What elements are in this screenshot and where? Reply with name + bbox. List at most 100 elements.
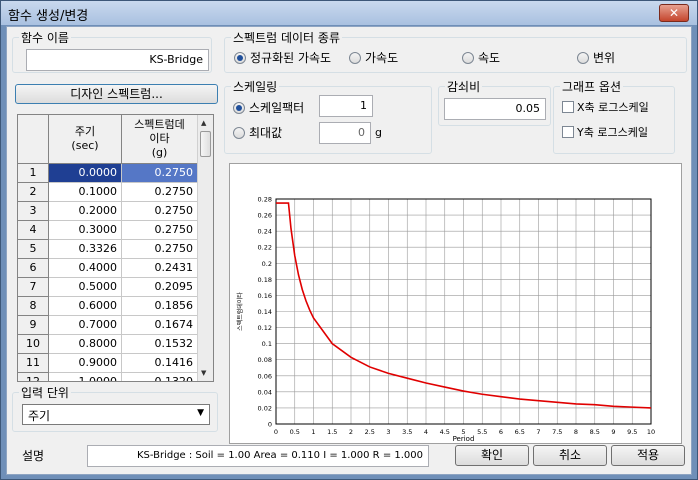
table-row[interactable]: 10 0.8000 0.1532 — [18, 335, 198, 354]
x-log-scale-checkbox[interactable]: X축 로그스케일 — [562, 99, 649, 115]
period-cell[interactable]: 0.5000 — [49, 278, 122, 297]
table-row[interactable]: 7 0.5000 0.2095 — [18, 278, 198, 297]
radio-scale-factor[interactable]: 스케일팩터 — [233, 99, 304, 116]
table-row[interactable]: 3 0.2000 0.2750 — [18, 202, 198, 221]
row-number[interactable]: 3 — [18, 202, 49, 221]
spectrum-value-cell[interactable]: 0.1532 — [122, 335, 198, 354]
scroll-down-arrow[interactable]: ▼ — [201, 369, 206, 377]
period-cell[interactable]: 0.3000 — [49, 221, 122, 240]
input-unit-value: 주기 — [28, 409, 51, 423]
period-cell[interactable]: 0.2000 — [49, 202, 122, 221]
row-number[interactable]: 11 — [18, 354, 49, 373]
y-axis-label: 스펙트럼데이타 — [236, 292, 244, 331]
row-number[interactable]: 6 — [18, 259, 49, 278]
table-row[interactable]: 5 0.3326 0.2750 — [18, 240, 198, 259]
spectrum-value-cell[interactable]: 0.1320 — [122, 373, 198, 381]
radio-dot-selected — [234, 51, 246, 64]
damping-input[interactable]: 0.05 — [444, 98, 546, 120]
x-tick-label: 1.5 — [327, 428, 337, 436]
max-value-input[interactable]: 0 — [319, 122, 371, 144]
design-spectrum-button[interactable]: 디자인 스펙트럼... — [15, 84, 218, 104]
scroll-thumb[interactable] — [200, 131, 211, 157]
table-vertical-scrollbar[interactable]: ▲ ▼ — [197, 115, 213, 381]
spectrum-data-table[interactable]: 주기 (sec) 스펙트럼데 이타 (g) 1 0.0000 0.2750 2 0.10… — [17, 114, 214, 382]
table-row[interactable]: 6 0.4000 0.2431 — [18, 259, 198, 278]
table-row[interactable]: 1 0.0000 0.2750 — [18, 164, 198, 183]
spectrum-value-cell[interactable]: 0.2750 — [122, 240, 198, 259]
max-value-label: 최대값 — [249, 126, 283, 140]
radio-velocity[interactable]: 속도 — [462, 49, 500, 66]
radio-max-value[interactable]: 최대값 — [233, 124, 282, 141]
y-tick-label: 0.26 — [258, 212, 272, 220]
radio-acceleration[interactable]: 가속도 — [349, 49, 398, 66]
period-cell[interactable]: 0.0000 — [49, 164, 122, 183]
spectrum-value-cell[interactable]: 0.2431 — [122, 259, 198, 278]
description-input[interactable]: KS-Bridge : Soil = 1.00 Area = 0.110 I =… — [87, 445, 429, 467]
scale-factor-input[interactable]: 1 — [319, 95, 373, 117]
ok-button[interactable]: 확인 — [455, 445, 529, 466]
table-row[interactable]: 2 0.1000 0.2750 — [18, 183, 198, 202]
y-tick-label: 0.02 — [258, 404, 272, 412]
scale-factor-label: 스케일팩터 — [249, 101, 305, 115]
x-tick-label: 9.5 — [627, 428, 637, 436]
row-number[interactable]: 9 — [18, 316, 49, 335]
spectrum-value-cell[interactable]: 0.1856 — [122, 297, 198, 316]
period-cell[interactable]: 0.8000 — [49, 335, 122, 354]
spectrum-header-line3: (g) — [151, 146, 168, 159]
title-bar: 함수 생성/변경 ✕ — [1, 1, 697, 25]
damping-label: 감쇠비 — [445, 78, 483, 95]
spectrum-value-cell[interactable]: 0.2095 — [122, 278, 198, 297]
input-unit-select[interactable]: 주기 ▼ — [22, 404, 210, 425]
row-number[interactable]: 10 — [18, 335, 49, 354]
window-title: 함수 생성/변경 — [8, 9, 89, 24]
period-cell[interactable]: 0.3326 — [49, 240, 122, 259]
close-button[interactable]: ✕ — [659, 4, 689, 22]
table-row[interactable]: 11 0.9000 0.1416 — [18, 354, 198, 373]
x-tick-label: 6.5 — [515, 428, 525, 436]
period-cell[interactable]: 0.7000 — [49, 316, 122, 335]
table-row[interactable]: 8 0.6000 0.1856 — [18, 297, 198, 316]
y-log-scale-checkbox[interactable]: Y축 로그스케일 — [562, 124, 648, 140]
graph-options-label: 그래프 옵션 — [560, 78, 624, 95]
spectrum-value-cell[interactable]: 0.1674 — [122, 316, 198, 335]
row-number[interactable]: 2 — [18, 183, 49, 202]
spectrum-column-header[interactable]: 스펙트럼데 이타 (g) — [122, 115, 198, 164]
spectrum-value-cell[interactable]: 0.2750 — [122, 164, 198, 183]
row-number[interactable]: 8 — [18, 297, 49, 316]
radio-displacement[interactable]: 변위 — [577, 49, 615, 66]
table-row[interactable]: 12 1.0000 0.1320 — [18, 373, 198, 381]
function-name-input[interactable]: KS-Bridge — [26, 49, 209, 71]
spectrum-value-cell[interactable]: 0.2750 — [122, 221, 198, 240]
row-number[interactable]: 5 — [18, 240, 49, 259]
row-number[interactable]: 7 — [18, 278, 49, 297]
input-unit-label: 입력 단위 — [19, 384, 71, 401]
table-row[interactable]: 9 0.7000 0.1674 — [18, 316, 198, 335]
spectrum-value-cell[interactable]: 0.1416 — [122, 354, 198, 373]
row-number[interactable]: 4 — [18, 221, 49, 240]
period-cell[interactable]: 1.0000 — [49, 373, 122, 381]
x-log-scale-label: X축 로그스케일 — [577, 101, 649, 114]
table-row[interactable]: 4 0.3000 0.2750 — [18, 221, 198, 240]
radio-displacement-label: 변위 — [593, 51, 616, 65]
cancel-button[interactable]: 취소 — [533, 445, 607, 466]
x-tick-label: 3.5 — [402, 428, 412, 436]
period-cell[interactable]: 0.6000 — [49, 297, 122, 316]
period-cell[interactable]: 0.9000 — [49, 354, 122, 373]
dialog-window: 함수 생성/변경 ✕ 함수 이름 KS-Bridge 디자인 스펙트럼... 주… — [0, 0, 698, 480]
damping-group: 감쇠비 0.05 — [438, 78, 551, 126]
row-number[interactable]: 1 — [18, 164, 49, 183]
x-tick-label: 9 — [611, 428, 615, 436]
radio-normalized-acceleration[interactable]: 정규화된 가속도 — [234, 49, 331, 66]
scroll-up-arrow[interactable]: ▲ — [201, 119, 206, 127]
y-tick-label: 0.08 — [258, 356, 272, 364]
spectrum-value-cell[interactable]: 0.2750 — [122, 202, 198, 221]
period-cell[interactable]: 0.1000 — [49, 183, 122, 202]
apply-button[interactable]: 적용 — [611, 445, 685, 466]
period-column-header[interactable]: 주기 (sec) — [49, 115, 122, 164]
spectrum-value-cell[interactable]: 0.2750 — [122, 183, 198, 202]
period-cell[interactable]: 0.4000 — [49, 259, 122, 278]
row-number[interactable]: 12 — [18, 373, 49, 381]
period-header-line1: 주기 — [74, 125, 96, 138]
x-tick-label: 7 — [536, 428, 540, 436]
period-header-line2: (sec) — [71, 139, 99, 152]
